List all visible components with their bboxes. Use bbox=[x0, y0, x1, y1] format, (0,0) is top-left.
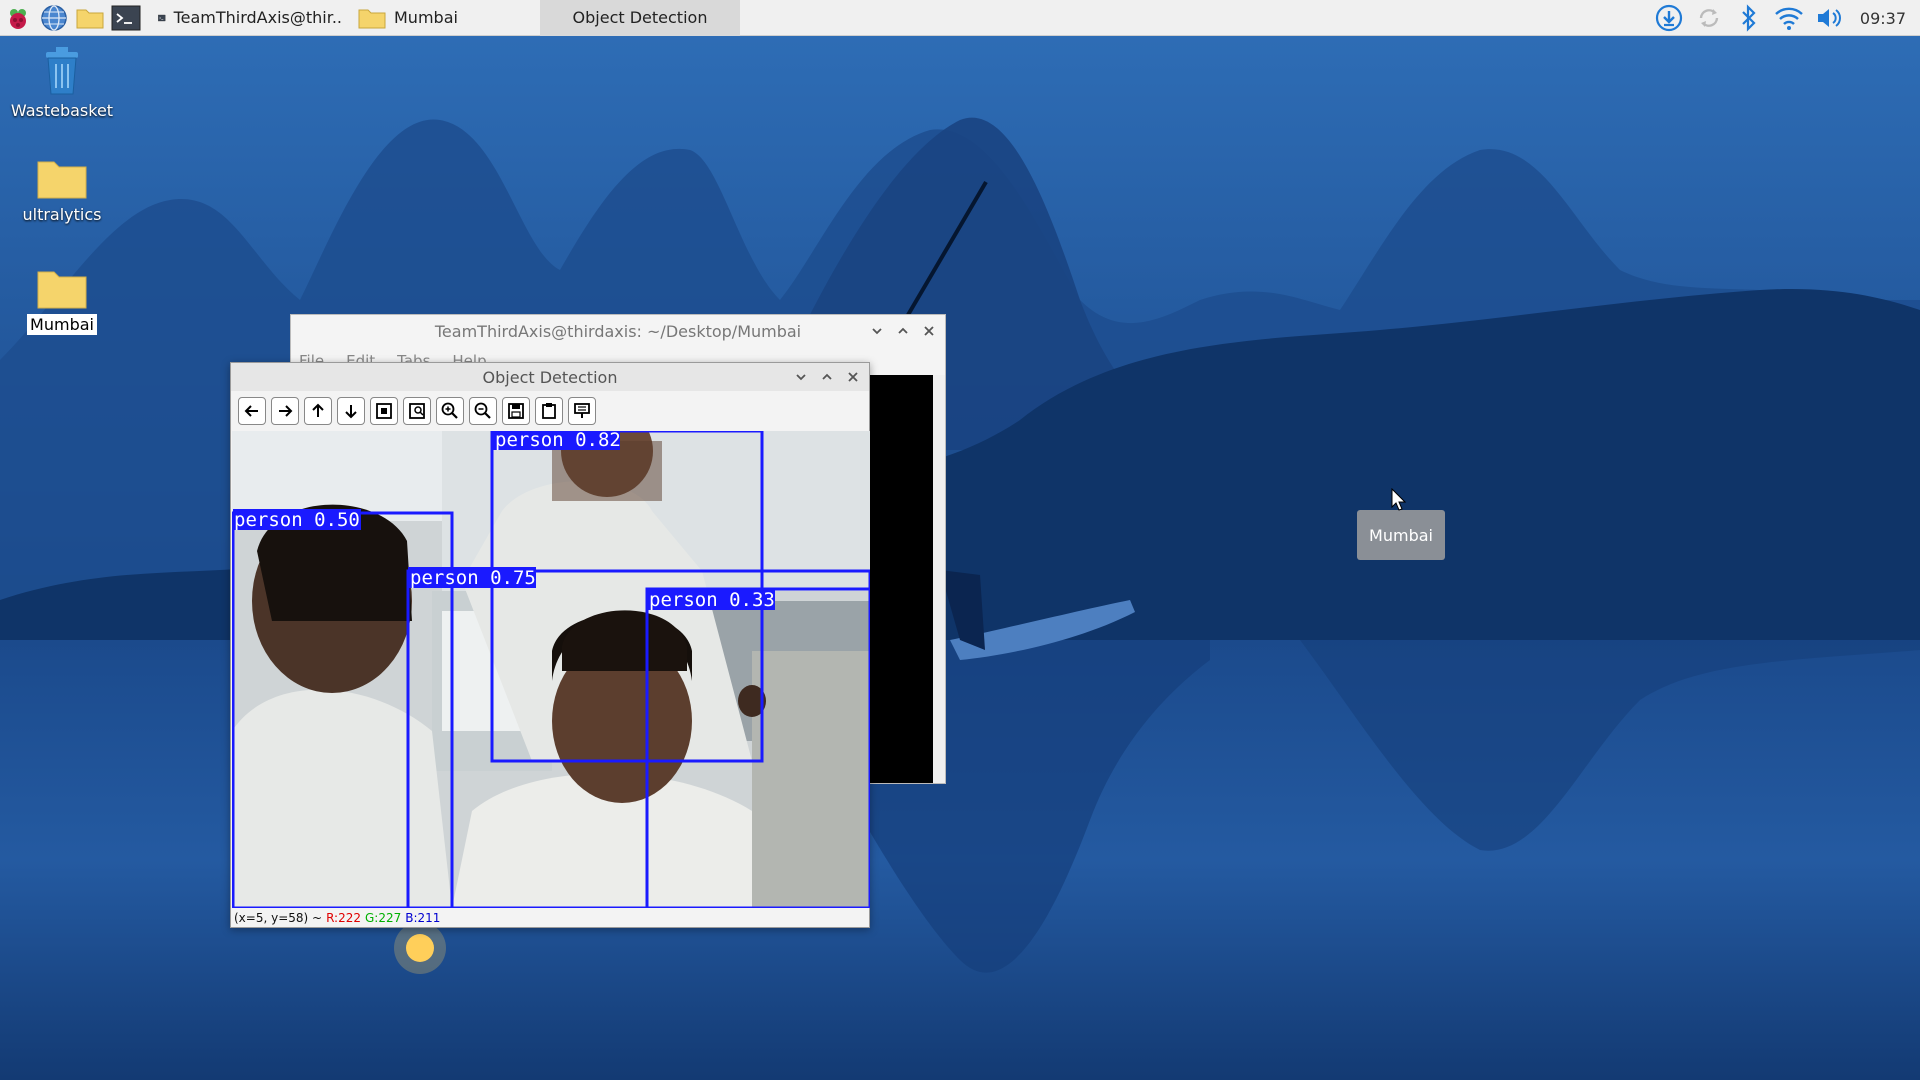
pan-right-button[interactable] bbox=[271, 397, 299, 425]
taskbar-task-label: TeamThirdAxis@thir.. bbox=[173, 8, 342, 27]
status-green: G:227 bbox=[365, 910, 402, 925]
pixel-status-bar: (x=5, y=58) ~ R:222 G:227 B:211 bbox=[231, 908, 869, 927]
zoom-original-button[interactable] bbox=[403, 397, 431, 425]
desktop-icon-label: Mumbai bbox=[27, 314, 97, 335]
taskbar-task-object-detection[interactable]: Object Detection bbox=[540, 0, 740, 36]
copy-to-clipboard-button[interactable] bbox=[535, 397, 563, 425]
properties-button[interactable] bbox=[568, 397, 596, 425]
taskbar-task-terminal[interactable]: TeamThirdAxis@thir.. bbox=[150, 0, 350, 36]
sync-icon[interactable] bbox=[1694, 3, 1724, 33]
tooltip-text: Mumbai bbox=[1369, 525, 1433, 545]
detection-label: person 0.50 bbox=[234, 509, 360, 531]
save-image-icon bbox=[508, 403, 524, 419]
pan-left-icon bbox=[244, 405, 258, 417]
file-manager-icon[interactable] bbox=[72, 0, 108, 36]
zoom-in-icon bbox=[441, 402, 458, 419]
detection-label: person 0.82 bbox=[495, 431, 621, 451]
desktop-icon-label: ultralytics bbox=[22, 205, 102, 224]
pan-down-button[interactable] bbox=[337, 397, 365, 425]
zoom-original-icon bbox=[409, 403, 425, 419]
minimize-button[interactable] bbox=[791, 367, 811, 387]
volume-icon[interactable] bbox=[1814, 3, 1844, 33]
system-tray: 09:37 bbox=[1654, 0, 1920, 36]
taskbar-task-label: Object Detection bbox=[572, 8, 708, 27]
maximize-button[interactable] bbox=[817, 367, 837, 387]
image-toolbar bbox=[231, 391, 869, 431]
zoom-in-button[interactable] bbox=[436, 397, 464, 425]
raspberry-menu-icon[interactable] bbox=[0, 0, 36, 36]
chevron-down-icon bbox=[796, 374, 806, 381]
minimize-button[interactable] bbox=[867, 321, 887, 341]
tooltip: Mumbai bbox=[1357, 510, 1445, 560]
desktop-icon-label: Wastebasket bbox=[10, 101, 114, 120]
camera-frame[interactable]: person 0.82 person 0.50 person 0.75 pers… bbox=[232, 431, 870, 908]
mouse-cursor-icon bbox=[1391, 488, 1407, 511]
detection-label: person 0.75 bbox=[410, 567, 536, 589]
pan-right-icon bbox=[279, 405, 293, 417]
close-button[interactable] bbox=[843, 367, 863, 387]
pan-down-icon bbox=[345, 405, 357, 419]
chevron-up-icon bbox=[898, 327, 908, 334]
terminal-titlebar[interactable]: TeamThirdAxis@thirdaxis: ~/Desktop/Mumba… bbox=[291, 315, 945, 347]
pan-up-icon bbox=[312, 403, 324, 417]
download-update-icon[interactable] bbox=[1654, 3, 1684, 33]
maximize-button[interactable] bbox=[893, 321, 913, 341]
close-icon bbox=[848, 372, 858, 382]
taskbar: TeamThirdAxis@thir.. Mumbai Object Detec… bbox=[0, 0, 1920, 36]
close-button[interactable] bbox=[919, 321, 939, 341]
object-detection-titlebar[interactable]: Object Detection bbox=[231, 363, 869, 391]
desktop-icon-wastebasket[interactable]: Wastebasket bbox=[7, 44, 117, 121]
terminal-icon bbox=[158, 14, 166, 21]
trash-icon bbox=[46, 47, 78, 95]
pan-up-button[interactable] bbox=[304, 397, 332, 425]
object-detection-window[interactable]: Object Detection person 0.82 person 0.50… bbox=[230, 362, 870, 928]
wifi-icon[interactable] bbox=[1774, 3, 1804, 33]
folder-icon bbox=[37, 271, 87, 309]
chevron-down-icon bbox=[872, 328, 882, 335]
zoom-out-icon bbox=[474, 402, 491, 419]
detection-label: person 0.33 bbox=[649, 589, 775, 611]
close-icon bbox=[924, 326, 934, 336]
terminal-icon[interactable] bbox=[108, 0, 144, 36]
taskbar-task-label: Mumbai bbox=[394, 8, 458, 27]
folder-icon bbox=[358, 9, 386, 28]
properties-icon bbox=[574, 403, 590, 418]
pan-left-button[interactable] bbox=[238, 397, 266, 425]
bluetooth-icon[interactable] bbox=[1734, 3, 1764, 33]
terminal-scrollbar[interactable] bbox=[933, 375, 945, 783]
status-coords: (x=5, y=58) ~ bbox=[234, 910, 323, 925]
status-blue: B:211 bbox=[405, 910, 441, 925]
status-red: R:222 bbox=[326, 910, 361, 925]
folder-icon bbox=[37, 161, 87, 199]
desktop-icon-ultralytics[interactable]: ultralytics bbox=[7, 156, 117, 225]
copy-to-clipboard-icon bbox=[542, 403, 556, 419]
chevron-up-icon bbox=[822, 373, 832, 380]
window-title: TeamThirdAxis@thirdaxis: ~/Desktop/Mumba… bbox=[434, 321, 802, 341]
zoom-fit-icon bbox=[376, 403, 392, 419]
desktop-icon-mumbai[interactable]: Mumbai bbox=[7, 266, 117, 335]
save-image-button[interactable] bbox=[502, 397, 530, 425]
window-title: Object Detection bbox=[482, 367, 618, 387]
taskbar-task-mumbai[interactable]: Mumbai bbox=[350, 0, 540, 36]
zoom-fit-button[interactable] bbox=[370, 397, 398, 425]
clock[interactable]: 09:37 bbox=[1860, 9, 1906, 28]
web-browser-icon[interactable] bbox=[36, 0, 72, 36]
zoom-out-button[interactable] bbox=[469, 397, 497, 425]
